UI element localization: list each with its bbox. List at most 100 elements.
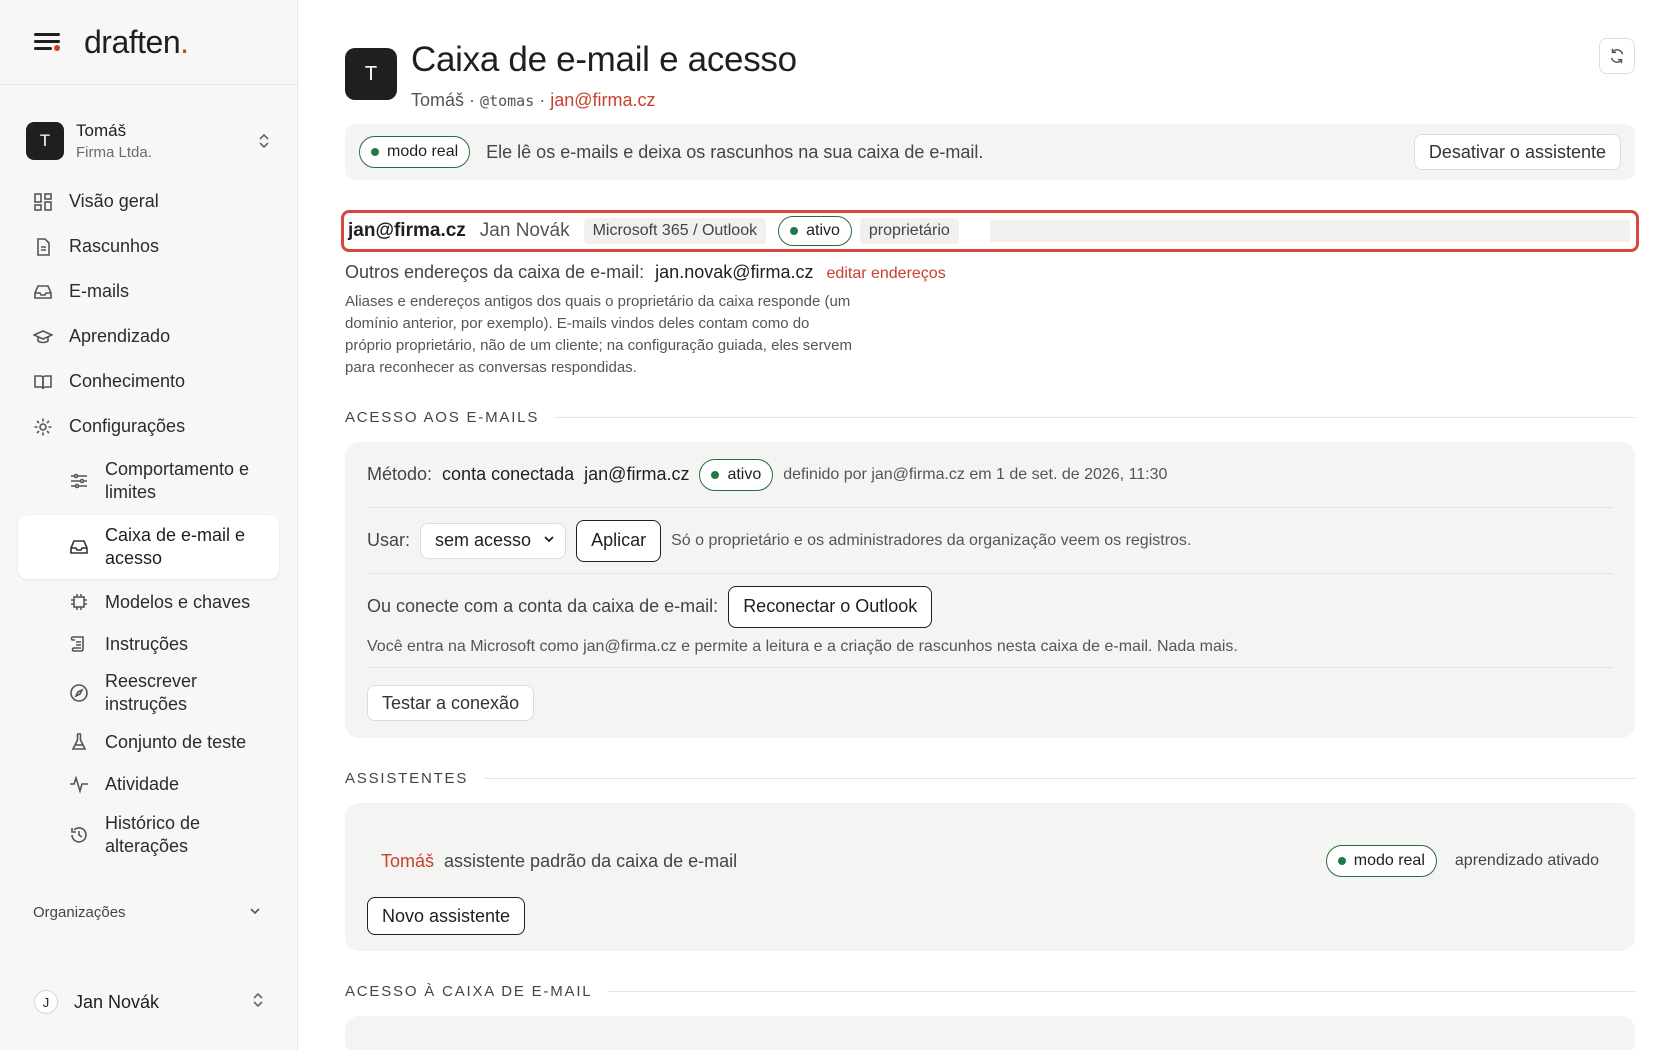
page-subtitle: Tomáš · @tomas · jan@firma.cz [411, 90, 656, 110]
subnav-item-history[interactable]: Histórico de alterações [0, 807, 297, 863]
subnav-item-behavior[interactable]: Comportamento e limites [0, 455, 297, 507]
mailbox-email: jan@firma.cz [348, 220, 466, 241]
account-org: Firma Ltda. [76, 144, 152, 161]
email-access-card: Método: conta conectada jan@firma.cz ati… [345, 442, 1635, 738]
nav-item-knowledge[interactable]: Conhecimento [0, 359, 297, 404]
account-avatar: T [26, 122, 64, 160]
status-badge: ativo [778, 216, 852, 246]
gear-icon [32, 416, 54, 438]
compass-icon [68, 682, 90, 704]
document-icon [32, 236, 54, 258]
chevron-down-icon [249, 904, 261, 921]
nav-item-overview[interactable]: Visão geral [0, 179, 297, 224]
new-assistant-button[interactable]: Novo assistente [367, 897, 526, 935]
nav-item-learning[interactable]: Aprendizado [0, 314, 297, 359]
assistant-row[interactable]: Tomáš assistente padrão da caixa de e-ma… [367, 845, 1613, 877]
user-name: Jan Novák [74, 991, 160, 1012]
assistant-mode-pill: modo real [1325, 845, 1437, 877]
other-addresses-help: Aliases e endereços antigos dos quais o … [345, 293, 852, 376]
menu-icon[interactable] [34, 31, 60, 53]
graduation-icon [32, 326, 54, 348]
method-meta: definido por jan@firma.cz em 1 de set. d… [783, 465, 1168, 483]
use-note: Só o proprietário e os administradores d… [671, 531, 1192, 549]
user-avatar: J [34, 990, 58, 1014]
owner-email-link[interactable]: jan@firma.cz [550, 90, 655, 110]
subnav-item-instructions[interactable]: Instruções [0, 623, 297, 665]
subnav-item-mailbox-access[interactable]: Caixa de e-mail e acesso [18, 515, 279, 579]
activity-icon [68, 773, 90, 795]
assistant-name[interactable]: Tomáš [381, 851, 434, 872]
access-select[interactable]: sem acesso [420, 522, 567, 559]
use-row: Usar: sem acesso Aplicar Só o proprietár… [367, 508, 1613, 574]
subnav-label: Caixa de e-mail e acesso [105, 525, 246, 568]
nav-item-settings[interactable]: Configurações [0, 404, 297, 449]
history-icon [68, 824, 90, 846]
sliders-icon [68, 470, 90, 492]
section-heading-mailbox-access: ACESSO À CAIXA DE E-MAIL [345, 983, 1635, 1000]
role-tag: proprietário [859, 218, 959, 244]
method-status-badge: ativo [699, 458, 774, 491]
connect-note: Você entra na Microsoft como jan@firma.c… [367, 637, 1238, 655]
subnav-label: Comportamento e limites [105, 459, 250, 502]
nav-label: Configurações [69, 416, 186, 436]
learning-status: aprendizado ativado [1454, 852, 1599, 869]
subnav-item-activity[interactable]: Atividade [0, 763, 297, 805]
method-email: jan@firma.cz [584, 464, 690, 484]
apply-button[interactable]: Aplicar [576, 519, 662, 562]
owner-handle: @tomas [480, 92, 535, 110]
section-heading-email-access: ACESSO AOS E-MAILS [345, 409, 1635, 426]
assistants-card: Tomáš assistente padrão da caixa de e-ma… [345, 803, 1635, 951]
other-addresses-value: jan.novak@firma.cz [655, 262, 814, 282]
method-row: Método: conta conectada jan@firma.cz ati… [367, 442, 1613, 508]
subnav-item-models[interactable]: Modelos e chaves [0, 581, 297, 623]
provider-tag: Microsoft 365 / Outlook [583, 218, 767, 244]
test-connection-button[interactable]: Testar a conexão [367, 685, 535, 721]
flask-icon [68, 731, 90, 753]
mailbox-access-card [345, 1016, 1635, 1050]
reconnect-outlook-button[interactable]: Reconectar o Outlook [728, 585, 933, 628]
account-switcher[interactable]: T Tomáš Firma Ltda. [0, 117, 297, 165]
nav-item-drafts[interactable]: Rascunhos [0, 224, 297, 269]
edit-addresses-link[interactable]: editar endereços [827, 265, 946, 282]
test-row: Testar a conexão [367, 668, 1613, 738]
refresh-icon [1610, 48, 1624, 64]
user-menu[interactable]: J Jan Novák [0, 990, 297, 1014]
brand-bar: draften. [0, 0, 297, 85]
subnav-label: Instruções [105, 633, 189, 654]
connect-label: Ou conecte com a conta da caixa de e-mai… [367, 596, 719, 616]
inbox-icon [68, 536, 90, 558]
chevron-updown-icon [257, 132, 271, 150]
mode-pill: modo real [359, 136, 471, 168]
mode-banner: modo real Ele lê os e-mails e deixa os r… [345, 124, 1635, 180]
logo[interactable]: draften. [84, 24, 189, 61]
subnav-label: Atividade [105, 773, 180, 794]
chevron-down-icon [543, 533, 555, 548]
subnav-label: Histórico de alterações [105, 813, 201, 856]
account-name: Tomáš [76, 121, 127, 140]
assistant-description: assistente padrão da caixa de e-mail [444, 850, 738, 871]
nav-label: E-mails [69, 281, 130, 301]
owner-avatar: T [345, 48, 397, 100]
organizations-label: Organizações [33, 904, 126, 921]
page-title: Caixa de e-mail e acesso [411, 40, 797, 79]
section-heading-assistants: ASSISTENTES [345, 770, 1635, 787]
disable-assistant-button[interactable]: Desativar o assistente [1413, 134, 1621, 170]
organizations-toggle[interactable]: Organizações [0, 904, 297, 921]
subnav-item-test-set[interactable]: Conjunto de teste [0, 721, 297, 763]
connect-row: Ou conecte com a conta da caixa de e-mai… [367, 574, 1613, 668]
nav-item-emails[interactable]: E-mails [0, 269, 297, 314]
nav-label: Aprendizado [69, 326, 171, 346]
subnav-item-rewrite[interactable]: Reescrever instruções [0, 667, 297, 719]
banner-text: Ele lê os e-mails e deixa os rascunhos n… [486, 141, 984, 162]
refresh-button[interactable] [1599, 38, 1635, 74]
subnav-label: Reescrever instruções [105, 671, 198, 714]
main-nav: Visão geral Rascunhos E-mails Aprendizad… [0, 179, 297, 863]
nav-label: Rascunhos [69, 236, 160, 256]
nav-label: Visão geral [69, 191, 159, 211]
page-header: T Caixa de e-mail e acesso Tomáš · @toma… [345, 0, 1635, 120]
sidebar: draften. T Tomáš Firma Ltda. Visão geral… [0, 0, 298, 1050]
grid-icon [32, 191, 54, 213]
owner-name: Tomáš [411, 90, 465, 110]
chip-icon [68, 591, 90, 613]
scroll-icon [68, 633, 90, 655]
